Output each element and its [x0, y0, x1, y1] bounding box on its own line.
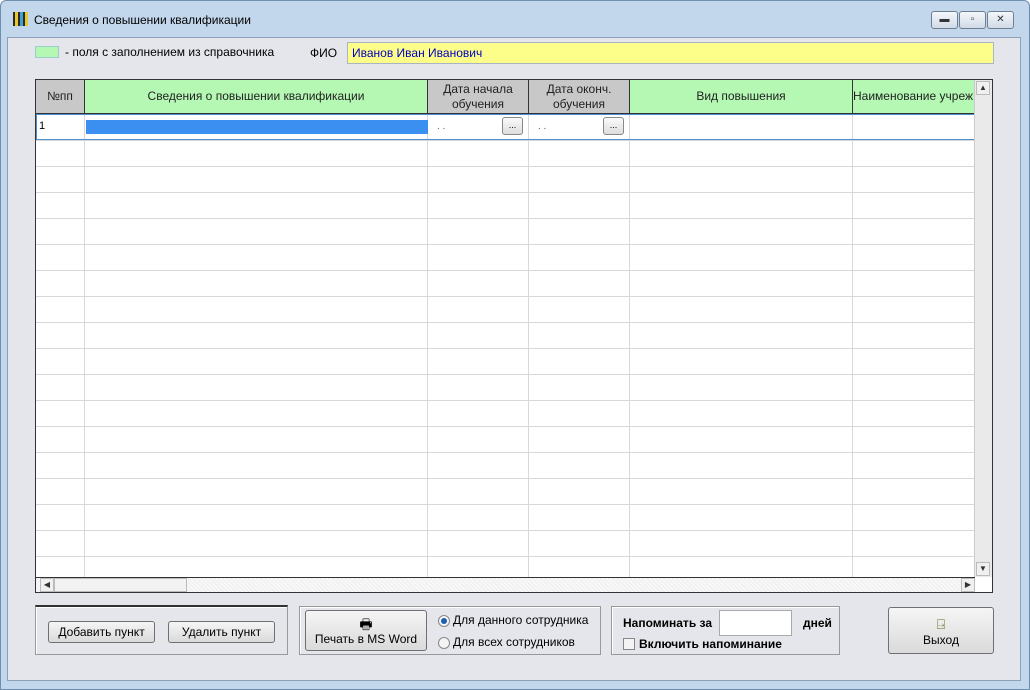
row-divider: [36, 452, 975, 453]
books-app-icon: [13, 12, 28, 26]
horizontal-scroll-thumb[interactable]: [54, 578, 187, 592]
minimize-button[interactable]: ▬: [931, 11, 958, 29]
qualification-table: №пп Сведения о повышении квалификации Да…: [35, 79, 993, 593]
column-header-type[interactable]: Вид повышения: [630, 80, 853, 114]
vertical-scrollbar[interactable]: ▲ ▼: [974, 80, 992, 577]
days-label: дней: [803, 616, 832, 630]
window-title: Сведения о повышении квалификации: [34, 13, 251, 27]
row-divider: [36, 530, 975, 531]
fio-field[interactable]: Иванов Иван Иванович: [347, 42, 994, 64]
horizontal-scrollbar[interactable]: ◀ ▶: [36, 577, 975, 592]
scroll-down-icon[interactable]: ▼: [976, 562, 990, 576]
row-divider: [36, 218, 975, 219]
reminder-group: Напоминать за дней Включить напоминание: [611, 606, 840, 655]
row-divider: [36, 478, 975, 479]
title-bar: Сведения о повышении квалификации ▬ ▫ ✕: [1, 1, 1029, 37]
print-group: 🖶 Печать в MS Word Для данного сотрудник…: [299, 606, 601, 655]
enable-reminder-label[interactable]: Включить напоминание: [639, 637, 782, 651]
info-cell-selected[interactable]: [86, 120, 428, 134]
exit-label: Выход: [923, 632, 959, 647]
column-header-info[interactable]: Сведения о повышении квалификации: [85, 80, 428, 114]
row-actions-group: Добавить пункт Удалить пункт: [35, 605, 288, 655]
row-divider: [36, 348, 975, 349]
maximize-button[interactable]: ▫: [959, 11, 986, 29]
delete-item-button[interactable]: Удалить пункт: [168, 621, 275, 643]
row-divider: [36, 192, 975, 193]
row-divider: [36, 504, 975, 505]
start-date-cell[interactable]: . .: [437, 121, 445, 132]
printer-icon: 🖶: [359, 615, 373, 632]
scroll-up-icon[interactable]: ▲: [976, 81, 990, 95]
add-item-button[interactable]: Добавить пункт: [48, 621, 155, 643]
reminder-days-input[interactable]: [719, 610, 792, 636]
column-header-number[interactable]: №пп: [36, 80, 85, 114]
row-divider: [36, 296, 975, 297]
fio-label: ФИО: [310, 46, 338, 60]
enable-reminder-checkbox[interactable]: [623, 638, 635, 650]
scroll-left-icon[interactable]: ◀: [40, 578, 54, 592]
legend-swatch: [35, 46, 59, 58]
table-row[interactable]: 1 . . ... . . ...: [36, 114, 976, 140]
exit-door-icon: ⍈: [936, 615, 946, 632]
column-header-organization[interactable]: Наименование учреж: [853, 80, 976, 114]
exit-button[interactable]: ⍈ Выход: [888, 607, 994, 654]
radio-this-employee[interactable]: [438, 615, 450, 627]
end-date-cell[interactable]: . .: [538, 121, 546, 132]
row-divider: [36, 556, 975, 557]
row-number: 1: [39, 120, 46, 132]
print-word-button[interactable]: 🖶 Печать в MS Word: [305, 610, 427, 651]
end-date-picker-button[interactable]: ...: [603, 117, 624, 135]
radio-this-employee-label[interactable]: Для данного сотрудника: [453, 613, 588, 627]
reminder-label: Напоминать за: [623, 616, 713, 630]
print-word-label: Печать в MS Word: [314, 631, 418, 646]
row-divider: [36, 244, 975, 245]
start-date-picker-button[interactable]: ...: [502, 117, 523, 135]
column-header-end-date[interactable]: Дата оконч. обучения: [529, 80, 630, 114]
row-divider: [36, 140, 975, 141]
row-divider: [36, 426, 975, 427]
row-divider: [36, 270, 975, 271]
column-header-start-date[interactable]: Дата начала обучения: [428, 80, 529, 114]
row-divider: [36, 374, 975, 375]
row-divider: [36, 322, 975, 323]
row-divider: [36, 166, 975, 167]
legend-text: - поля с заполнением из справочника: [65, 45, 275, 59]
radio-all-employees-label[interactable]: Для всех сотрудников: [453, 635, 575, 649]
row-divider: [36, 400, 975, 401]
radio-all-employees[interactable]: [438, 637, 450, 649]
close-button[interactable]: ✕: [987, 11, 1014, 29]
scroll-right-icon[interactable]: ▶: [961, 578, 975, 592]
